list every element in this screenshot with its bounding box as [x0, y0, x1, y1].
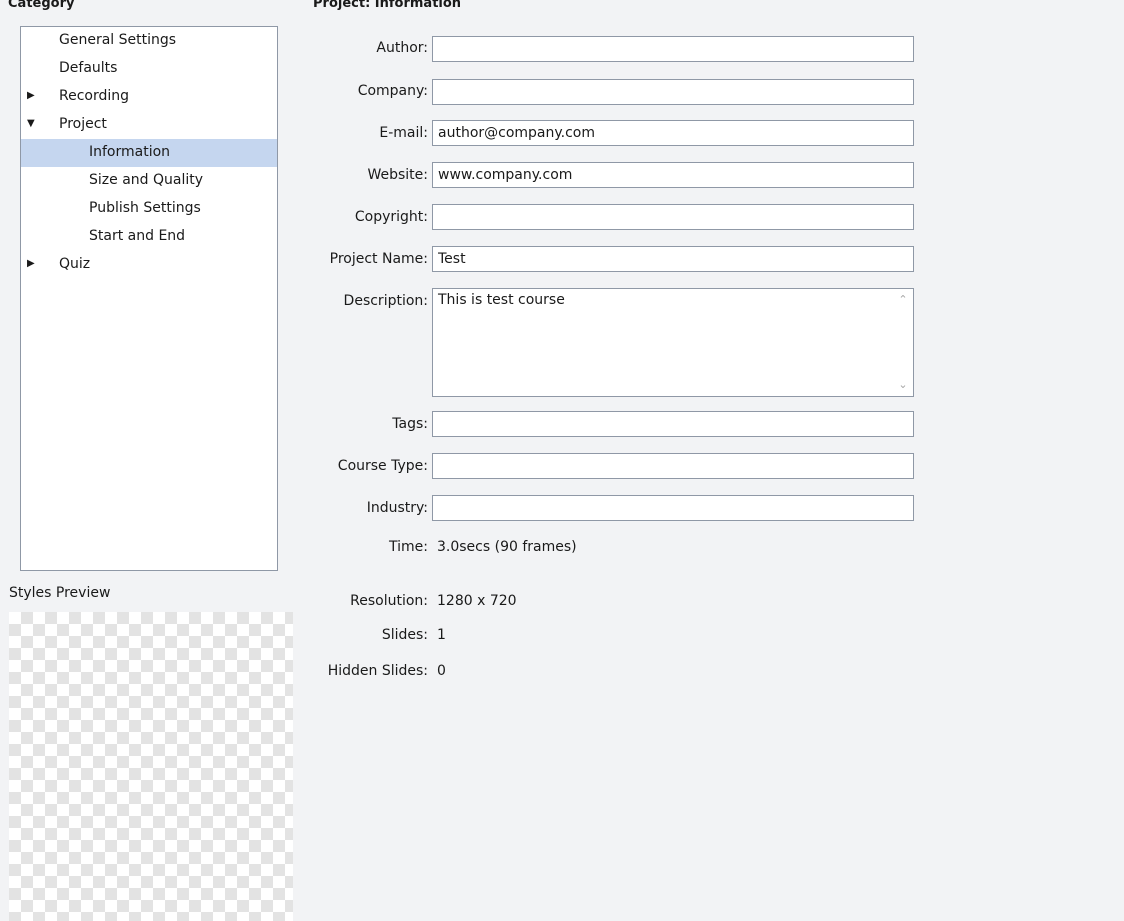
tree-item-label: Project [59, 116, 107, 132]
author-label: Author: [376, 40, 428, 56]
industry-label: Industry: [366, 500, 428, 516]
hidden-slides-value: 0 [437, 663, 446, 679]
tree-item-label: Defaults [59, 60, 118, 76]
tree-item-label: General Settings [59, 32, 177, 48]
author-field[interactable] [432, 36, 914, 62]
expand-arrow-icon[interactable]: ▶ [27, 83, 39, 109]
project-name-field[interactable] [432, 246, 914, 272]
time-label: Time: [389, 539, 428, 555]
tags-field[interactable] [432, 411, 914, 437]
copyright-field[interactable] [432, 204, 914, 230]
slides-label: Slides: [381, 627, 428, 643]
tree-item-label: Information [89, 144, 171, 160]
collapse-arrow-icon[interactable]: ▼ [27, 111, 39, 137]
email-field[interactable] [432, 120, 914, 146]
expand-arrow-icon[interactable]: ▶ [27, 251, 39, 277]
tree-item-label: Recording [59, 88, 130, 104]
time-value: 3.0secs (90 frames) [437, 539, 577, 555]
description-textarea[interactable]: This is test course ⌃ ⌄ [432, 288, 914, 397]
tree-item-label: Start and End [89, 228, 186, 244]
category-heading: Category [8, 0, 75, 11]
hidden-slides-label: Hidden Slides: [327, 663, 428, 679]
company-label: Company: [357, 83, 428, 99]
description-label: Description: [343, 293, 428, 309]
styles-preview-label: Styles Preview [9, 585, 111, 601]
resolution-label: Resolution: [350, 593, 428, 609]
page-title: Project: Information [313, 0, 462, 11]
tree-item-label: Quiz [59, 256, 91, 272]
tree-item-start-and-end[interactable]: Start and End [21, 223, 277, 251]
email-label: E-mail: [379, 125, 428, 141]
website-field[interactable] [432, 162, 914, 188]
description-text: This is test course [438, 292, 565, 308]
copyright-label: Copyright: [354, 209, 428, 225]
tree-item-defaults[interactable]: Defaults [21, 55, 277, 83]
course-type-field[interactable] [432, 453, 914, 479]
scroll-up-icon[interactable]: ⌃ [894, 291, 912, 309]
tree-item-information[interactable]: Information [21, 139, 277, 167]
slides-value: 1 [437, 627, 446, 643]
industry-field[interactable] [432, 495, 914, 521]
course-type-label: Course Type: [337, 458, 428, 474]
website-label: Website: [367, 167, 428, 183]
project-name-label: Project Name: [329, 251, 428, 267]
resolution-value: 1280 x 720 [437, 593, 517, 609]
scroll-down-icon[interactable]: ⌄ [894, 376, 912, 394]
company-field[interactable] [432, 79, 914, 105]
tags-label: Tags: [392, 416, 428, 432]
styles-preview-canvas [9, 612, 293, 921]
